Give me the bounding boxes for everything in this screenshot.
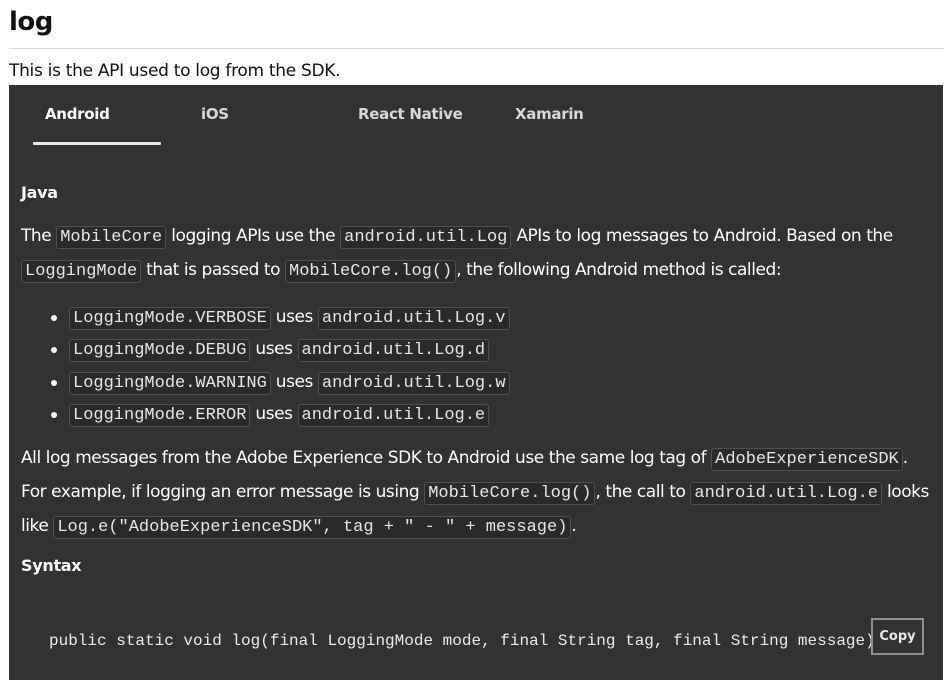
code-android-util-log: android.util.Log — [340, 226, 512, 249]
bullet-icon — [51, 315, 57, 321]
code-log-e: android.util.Log.e — [690, 482, 883, 506]
log-tag-description: All log messages from the Adobe Experien… — [21, 442, 937, 544]
text-run: , the call to — [595, 482, 691, 503]
java-heading: Java — [21, 183, 58, 202]
syntax-code: public static void log(final LoggingMode… — [49, 632, 875, 650]
list-item: LoggingMode.VERBOSE uses android.util.Lo… — [35, 302, 937, 334]
code-log-tag: AdobeExperienceSDK — [711, 448, 903, 472]
code-mobilecore: MobileCore — [56, 226, 167, 249]
tab-react-native[interactable]: React Native — [358, 105, 463, 123]
code-mobilecore-log: MobileCore.log() — [424, 482, 596, 506]
syntax-code-block: public static void log(final LoggingMode… — [9, 590, 943, 680]
code-log-example: Log.e("AdobeExperienceSDK", tag + " - " … — [53, 516, 572, 540]
text-run: , the following Android method is called… — [456, 260, 782, 280]
bullet-icon — [51, 379, 57, 386]
text-run: . — [571, 516, 577, 537]
text-run: All log messages from the Adobe Experien… — [21, 448, 712, 469]
text-run: uses — [270, 307, 318, 327]
tab-android[interactable]: Android — [45, 105, 110, 123]
tab-xamarin[interactable]: Xamarin — [515, 105, 584, 123]
text-run: uses — [270, 371, 318, 392]
code-tabs-panel: Android iOS React Native Xamarin Java Th… — [9, 85, 943, 680]
list-item: LoggingMode.ERROR uses android.util.Log.… — [35, 399, 937, 431]
code-mobilecore-log: MobileCore.log() — [285, 260, 457, 283]
text-run: APIs to log messages to Android. Based o… — [511, 226, 893, 246]
logging-mode-list: LoggingMode.VERBOSE uses android.util.Lo… — [35, 302, 937, 431]
text-run: uses — [250, 339, 298, 360]
tab-content-android: Java The MobileCore logging APIs use the… — [21, 183, 937, 575]
code-mode: LoggingMode.WARNING — [69, 371, 271, 395]
list-item: LoggingMode.WARNING uses android.util.Lo… — [35, 367, 937, 399]
logging-description: The MobileCore logging APIs use the andr… — [21, 220, 937, 288]
bullet-icon — [51, 411, 57, 418]
intro-text: This is the API used to log from the SDK… — [9, 61, 341, 81]
page-title: log — [9, 7, 53, 37]
tab-ios[interactable]: iOS — [201, 105, 229, 123]
title-divider — [9, 48, 944, 49]
bullet-icon — [51, 347, 57, 354]
code-method: android.util.Log.e — [297, 403, 490, 427]
syntax-heading: Syntax — [21, 556, 82, 576]
code-method: android.util.Log.w — [317, 371, 510, 395]
platform-tabs: Android iOS React Native Xamarin — [9, 85, 943, 147]
copy-button[interactable]: Copy — [871, 618, 924, 655]
code-method: android.util.Log.d — [297, 339, 490, 363]
code-mode: LoggingMode.DEBUG — [69, 339, 251, 363]
code-method: android.util.Log.v — [317, 307, 510, 330]
code-mode: LoggingMode.ERROR — [69, 403, 251, 427]
text-run: uses — [250, 403, 298, 424]
list-item: LoggingMode.DEBUG uses android.util.Log.… — [35, 334, 937, 366]
text-run: The — [21, 226, 57, 246]
code-loggingmode: LoggingMode — [21, 260, 142, 283]
active-tab-indicator — [33, 142, 161, 145]
text-run: logging APIs use the — [166, 226, 341, 246]
text-run: that is passed to — [141, 260, 286, 280]
code-mode: LoggingMode.VERBOSE — [69, 307, 271, 330]
